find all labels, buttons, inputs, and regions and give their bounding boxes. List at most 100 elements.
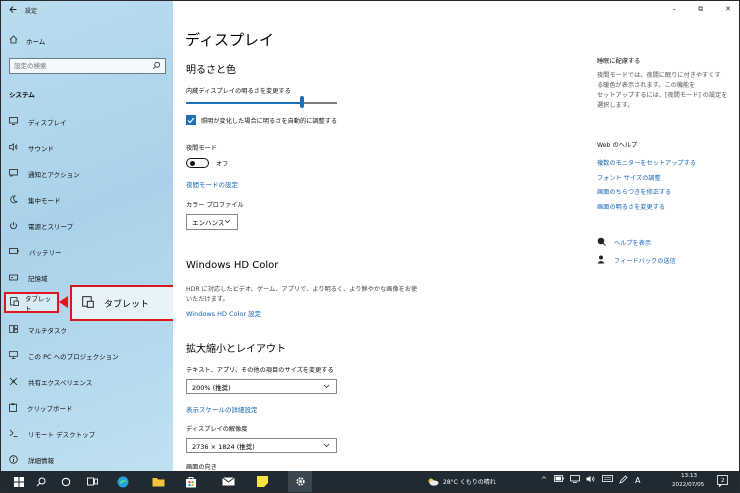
file-explorer-icon[interactable] — [149, 471, 167, 492]
home-nav[interactable]: ホーム — [9, 35, 45, 46]
brightness-slider[interactable] — [186, 96, 337, 108]
scale-select[interactable]: 200% (推奨) — [186, 379, 337, 394]
weather-icon[interactable] — [426, 471, 440, 492]
sidebar-item-projection[interactable]: この PC へのプロジェクション — [1, 345, 173, 367]
title-bar: 設定 — [9, 6, 37, 15]
tablet-icon — [82, 295, 94, 311]
sidebar-item-label: 集中モード — [28, 197, 61, 205]
notification-badge: 2 — [721, 478, 725, 484]
hd-color-description: いただけます。 — [186, 296, 229, 303]
night-mode-settings-link[interactable]: 夜間モードの設定 — [186, 179, 238, 189]
sidebar-item-label: タブレット — [25, 294, 51, 313]
sidebar-item-notifications[interactable]: 通知とアクション — [1, 163, 173, 185]
scale-value: 200% (推奨) — [192, 383, 231, 392]
volume-icon[interactable] — [586, 475, 596, 485]
search-input[interactable] — [10, 59, 145, 73]
gear-icon[interactable] — [292, 471, 308, 492]
page-title: ディスプレイ — [185, 31, 274, 49]
help-link[interactable]: 画面の明るさを変更する — [597, 202, 665, 211]
sidebar-item-label: この PC へのプロジェクション — [28, 353, 119, 361]
sidebar-item-label: バッテリー — [29, 249, 62, 257]
ime-indicator[interactable]: A — [635, 476, 640, 485]
search-icon[interactable] — [152, 61, 161, 72]
keyboard-icon[interactable] — [602, 475, 613, 484]
resolution-select[interactable]: 2736 × 1824 (推奨) — [186, 438, 337, 453]
hd-color-heading: Windows HD Color — [186, 260, 279, 271]
color-profile-label: カラー プロファイル — [186, 202, 244, 209]
tablet-icon — [10, 297, 19, 308]
sidebar: 設定 ホーム システム ディスプレイ サウンド 通知とアクション 集中モード — [1, 1, 173, 471]
notification-icon — [9, 169, 18, 179]
edge-icon[interactable] — [114, 471, 132, 492]
chevron-down-icon — [224, 217, 231, 227]
sidebar-item-display[interactable]: ディスプレイ — [1, 111, 173, 133]
sidebar-item-power[interactable]: 電源とスリープ — [1, 215, 173, 237]
sidebar-item-shared[interactable]: 共有エクスペリエンス — [1, 371, 173, 393]
home-icon — [9, 35, 18, 46]
cortana-icon[interactable] — [58, 471, 74, 492]
start-icon[interactable] — [11, 471, 27, 492]
multitask-icon — [9, 325, 18, 335]
storage-icon — [9, 274, 18, 283]
callout-arrow — [59, 296, 68, 308]
sleep-description: る暖色が表示されます。この機能を — [597, 82, 696, 89]
sleep-description: 夜間モードでは、夜間に眠りに付きやすくす — [597, 72, 721, 79]
help-link[interactable]: 画面のちらつきを修正する — [597, 187, 671, 196]
slider-thumb[interactable] — [300, 96, 304, 108]
sidebar-item-focus[interactable]: 集中モード — [1, 189, 173, 211]
mail-icon[interactable] — [219, 471, 237, 492]
task-view-icon[interactable] — [84, 471, 100, 492]
brightness-heading: 明るさと色 — [186, 65, 236, 76]
power-icon — [9, 221, 18, 232]
orientation-label: 画面の向き — [186, 464, 217, 471]
search-box[interactable] — [9, 58, 166, 74]
sidebar-item-tablet[interactable]: タブレット — [4, 292, 59, 313]
hd-color-settings-link[interactable]: Windows HD Color 設定 — [186, 308, 261, 318]
sidebar-item-multitask[interactable]: マルチタスク — [1, 319, 173, 341]
feedback-link[interactable]: フィードバックの送信 — [614, 256, 676, 265]
sidebar-item-sound[interactable]: サウンド — [1, 137, 173, 159]
weather-text[interactable]: 28°C くもりの晴れ — [443, 477, 496, 486]
minimize-button[interactable]: – — [673, 5, 677, 14]
pen-icon[interactable] — [619, 475, 628, 486]
help-link[interactable]: 複数のモニターをセットアップする — [597, 158, 696, 167]
close-button[interactable]: ✕ — [725, 5, 731, 14]
sidebar-item-label: リモート デスクトップ — [28, 431, 96, 439]
sidebar-item-label: 詳細情報 — [28, 457, 54, 465]
advanced-scaling-link[interactable]: 表示スケールの詳細設定 — [186, 404, 258, 414]
night-mode-state: オフ — [216, 161, 229, 168]
sidebar-item-label: 電源とスリープ — [28, 223, 74, 231]
help-chat-icon — [597, 237, 606, 248]
monitor-icon — [9, 117, 18, 127]
network-icon[interactable] — [570, 475, 580, 485]
sidebar-item-clipboard[interactable]: クリップボード — [1, 397, 173, 419]
sidebar-item-label: 記憶域 — [28, 275, 48, 283]
sidebar-item-battery[interactable]: バッテリー — [1, 241, 173, 263]
color-profile-select[interactable]: エンハンス — [186, 214, 238, 230]
get-help-row[interactable]: ヘルプを表示 — [597, 237, 651, 248]
sidebar-item-about[interactable]: 詳細情報 — [1, 449, 173, 471]
search-icon[interactable] — [33, 471, 49, 492]
sidebar-item-label: クリップボード — [27, 405, 73, 413]
night-mode-toggle[interactable] — [186, 158, 209, 168]
get-help-link[interactable]: ヘルプを表示 — [614, 238, 651, 247]
clock-date[interactable]: 2022/07/05 — [672, 482, 704, 488]
auto-brightness-checkbox[interactable] — [186, 115, 196, 125]
sidebar-item-remote-desktop[interactable]: リモート デスクトップ — [1, 423, 173, 445]
back-arrow-icon[interactable] — [9, 6, 17, 15]
color-profile-value: エンハンス — [192, 219, 225, 227]
sleep-description: 選択します。 — [597, 102, 634, 109]
speaker-icon — [9, 143, 18, 153]
chevron-up-icon[interactable]: ^ — [541, 476, 547, 484]
help-link[interactable]: フォント サイズの調整 — [597, 173, 661, 182]
tablet-callout: タブレット — [70, 285, 178, 321]
sidebar-item-label: 通知とアクション — [28, 171, 80, 179]
projection-icon — [9, 351, 18, 361]
home-label: ホーム — [26, 37, 46, 46]
feedback-row[interactable]: フィードバックの送信 — [597, 255, 676, 266]
battery-icon[interactable] — [554, 475, 564, 484]
clock-time[interactable]: 13:13 — [681, 473, 697, 479]
sticky-notes-icon[interactable] — [253, 471, 271, 492]
maximize-button[interactable]: ⧉ — [698, 5, 703, 14]
store-icon[interactable] — [182, 471, 200, 492]
